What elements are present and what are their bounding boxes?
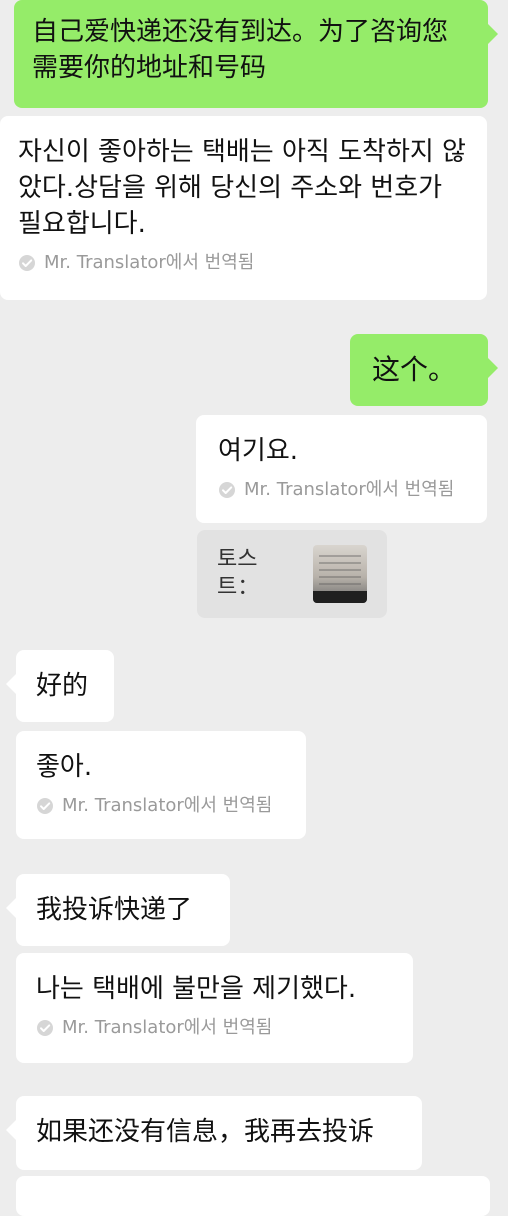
message-text: 这个。	[372, 353, 457, 386]
translation-note: Mr. Translator에서 번역됨	[18, 252, 469, 274]
message-text: 如果还没有信息，我再去投诉	[36, 1117, 375, 1147]
translated-text: 나는 택배에 불만을 제기했다.	[36, 974, 357, 1004]
translated-bubble-2[interactable]: 여기요. Mr. Translator에서 번역됨	[196, 415, 487, 523]
message-bubble-outgoing-2[interactable]: 这个。	[350, 334, 498, 406]
translated-text: 좋아.	[36, 752, 93, 782]
translated-text: 자신이 좋아하는 택배는 아직 도착하지 않았다.상담을 위해 당신의 주소와 …	[18, 137, 466, 239]
translation-note: Mr. Translator에서 번역됨	[36, 1017, 393, 1039]
check-circle-icon	[37, 798, 53, 814]
check-circle-icon	[219, 482, 235, 498]
attachment-label: 토스트：	[217, 547, 260, 600]
translated-bubble-1[interactable]: 자신이 좋아하는 택배는 아직 도착하지 않았다.상담을 위해 당신의 주소와 …	[0, 116, 487, 300]
translated-text: 여기요.	[218, 436, 299, 466]
translation-note-text: Mr. Translator에서 번역됨	[62, 1017, 273, 1038]
check-circle-icon	[37, 1020, 53, 1036]
message-bubble-outgoing-1[interactable]: 自己爱快递还没有到达。为了咨询您需要你的地址和号码	[14, 0, 498, 108]
message-bubble-incoming-1[interactable]: 好的	[6, 650, 114, 722]
message-text: 好的	[36, 671, 89, 701]
image-thumbnail[interactable]	[312, 545, 367, 603]
translation-note-text: Mr. Translator에서 번역됨	[62, 795, 273, 816]
message-bubble-incoming-3[interactable]: 如果还没有信息，我再去投诉	[6, 1096, 422, 1170]
cropped-next-bubble[interactable]	[16, 1176, 490, 1216]
message-text: 我投诉快递了	[36, 895, 193, 925]
translation-note-text: Mr. Translator에서 번역됨	[244, 479, 455, 500]
translated-bubble-4[interactable]: 나는 택배에 불만을 제기했다. Mr. Translator에서 번역됨	[16, 953, 413, 1063]
attachment-row: 토스트：	[217, 545, 367, 603]
translation-note: Mr. Translator에서 번역됨	[36, 795, 286, 817]
translation-note-text: Mr. Translator에서 번역됨	[44, 252, 255, 273]
image-attachment-box[interactable]: 토스트：	[197, 530, 387, 618]
check-circle-icon	[19, 255, 35, 271]
translation-note: Mr. Translator에서 번역됨	[218, 479, 465, 501]
message-text: 自己爱快递还没有到达。为了咨询您需要你的地址和号码	[32, 17, 449, 83]
message-bubble-incoming-2[interactable]: 我投诉快递了	[6, 874, 230, 946]
translated-bubble-3[interactable]: 좋아. Mr. Translator에서 번역됨	[16, 731, 306, 839]
